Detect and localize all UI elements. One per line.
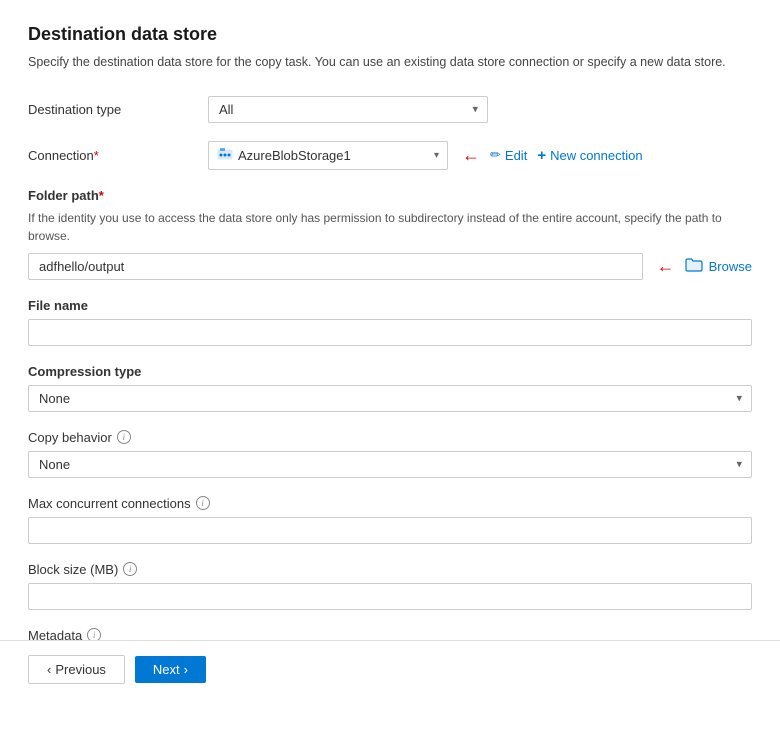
compression-type-label: Compression type bbox=[28, 364, 752, 379]
browse-folder-icon bbox=[685, 257, 703, 276]
edit-pencil-icon: ✏ bbox=[490, 147, 501, 163]
page-title: Destination data store bbox=[28, 24, 752, 45]
connection-label: Connection* bbox=[28, 148, 208, 163]
max-concurrent-label: Max concurrent connections bbox=[28, 496, 191, 511]
file-name-label: File name bbox=[28, 298, 752, 313]
file-name-input[interactable] bbox=[28, 319, 752, 346]
folder-path-arrow-icon: ← bbox=[657, 256, 675, 277]
previous-chevron-icon: ‹ bbox=[47, 662, 51, 677]
connection-select[interactable]: AzureBlobStorage1 ▾ bbox=[208, 141, 448, 170]
connection-arrow-icon: ← bbox=[462, 145, 480, 166]
folder-path-desc: If the identity you use to access the da… bbox=[28, 209, 752, 245]
folder-path-input[interactable] bbox=[28, 253, 643, 280]
browse-button[interactable]: Browse bbox=[685, 257, 752, 276]
connection-value: AzureBlobStorage1 bbox=[238, 148, 351, 163]
page-subtitle: Specify the destination data store for t… bbox=[28, 53, 752, 72]
block-size-label: Block size (MB) bbox=[28, 562, 118, 577]
max-concurrent-input[interactable] bbox=[28, 517, 752, 544]
folder-path-required: * bbox=[99, 188, 104, 203]
footer: ‹ Previous Next › bbox=[0, 640, 780, 698]
max-concurrent-info-icon: i bbox=[196, 496, 210, 510]
connection-chevron-icon: ▾ bbox=[434, 150, 439, 161]
next-button[interactable]: Next › bbox=[135, 656, 206, 683]
edit-link[interactable]: ✏ Edit bbox=[490, 147, 527, 163]
destination-type-label: Destination type bbox=[28, 102, 208, 117]
compression-type-select[interactable]: None bbox=[28, 385, 752, 412]
blob-storage-icon bbox=[217, 146, 233, 165]
browse-label: Browse bbox=[709, 259, 752, 274]
previous-button[interactable]: ‹ Previous bbox=[28, 655, 125, 684]
folder-path-label: Folder path bbox=[28, 188, 99, 203]
copy-behavior-info-icon: i bbox=[117, 430, 131, 444]
block-size-input[interactable] bbox=[28, 583, 752, 610]
destination-type-select[interactable]: All bbox=[208, 96, 488, 123]
next-chevron-icon: › bbox=[184, 662, 188, 677]
plus-icon: + bbox=[537, 147, 546, 164]
connection-required-star: * bbox=[94, 148, 99, 163]
block-size-info-icon: i bbox=[123, 562, 137, 576]
new-connection-link[interactable]: + New connection bbox=[537, 147, 642, 164]
copy-behavior-select[interactable]: None bbox=[28, 451, 752, 478]
copy-behavior-label: Copy behavior bbox=[28, 430, 112, 445]
